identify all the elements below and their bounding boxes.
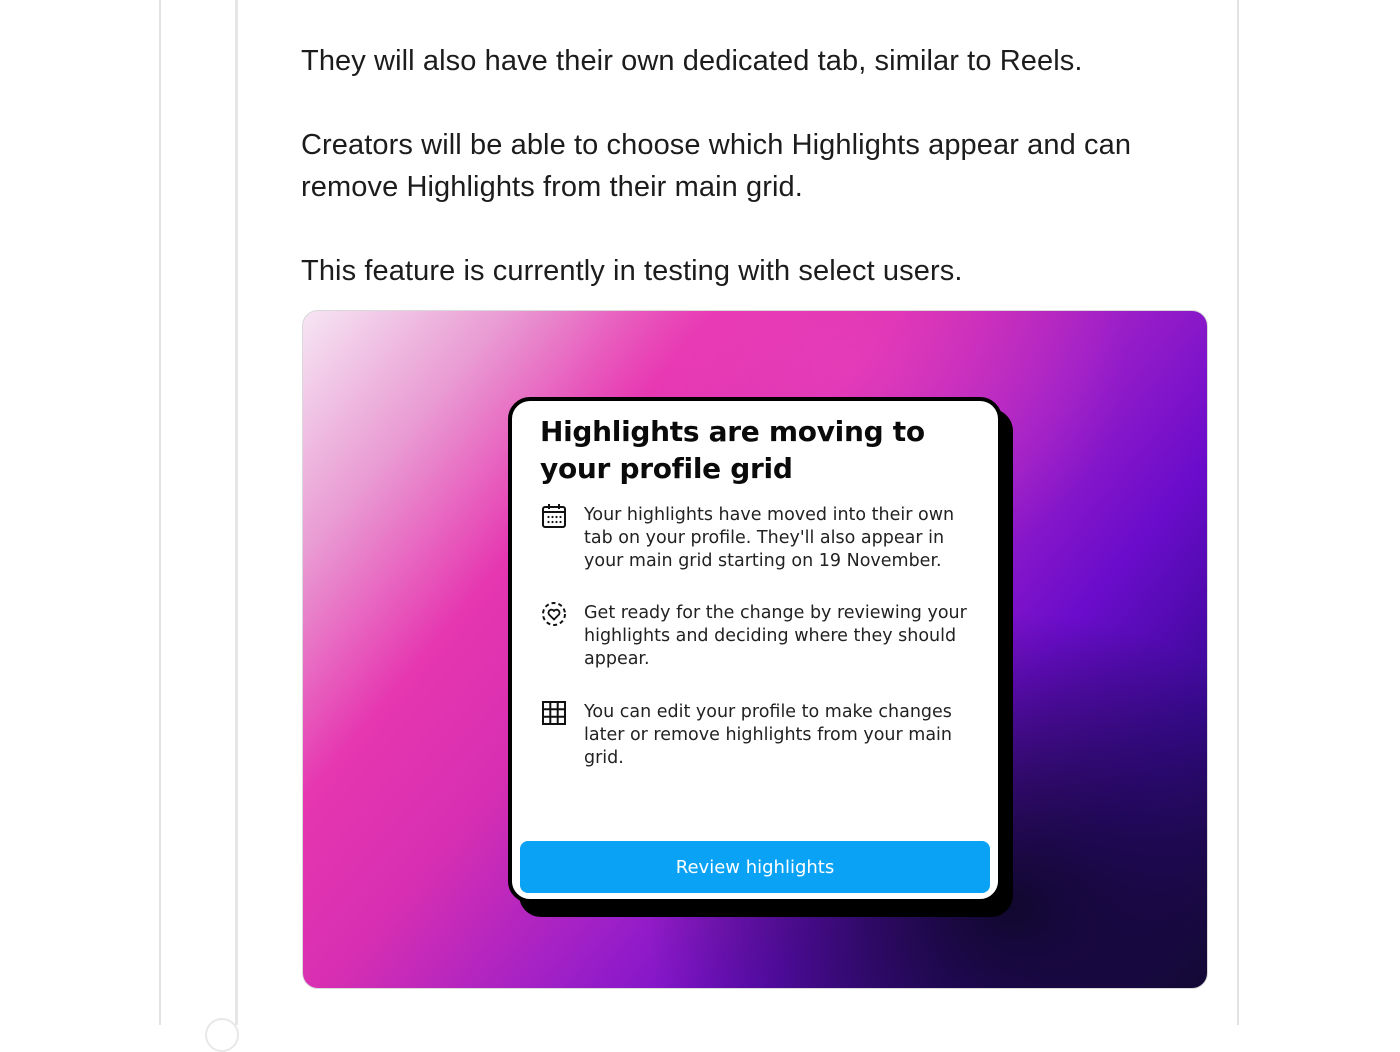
dialog-item-text: You can edit your profile to make change…	[584, 702, 952, 768]
dialog-item: Your highlights have moved into their ow…	[540, 504, 980, 573]
post-paragraph: They will also have their own dedicated …	[301, 45, 1083, 77]
highlights-dialog: Highlights are moving to your profile gr…	[508, 397, 1002, 903]
post-paragraph: Creators will be able to choose which Hi…	[301, 129, 1132, 203]
grid-icon	[542, 701, 566, 725]
dialog-item-text: Get ready for the change by reviewing yo…	[584, 603, 967, 669]
post-paragraph: This feature is currently in testing wit…	[301, 255, 963, 287]
review-highlights-button[interactable]: Review highlights	[520, 841, 990, 893]
dialog-title: Highlights are moving to your profile gr…	[540, 415, 925, 485]
dialog-item: Get ready for the change by reviewing yo…	[540, 602, 980, 671]
thread-border-left	[159, 0, 161, 1025]
post-image[interactable]: Highlights are moving to your profile gr…	[302, 310, 1208, 989]
thread-line	[235, 0, 238, 1025]
dialog-item: You can edit your profile to make change…	[540, 701, 980, 770]
calendar-icon	[542, 504, 566, 528]
page-frame: They will also have their own dedicated …	[0, 0, 1400, 1052]
thread-border-right	[1237, 0, 1239, 1025]
dialog-item-text: Your highlights have moved into their ow…	[584, 505, 955, 571]
avatar-placeholder	[205, 1018, 239, 1052]
heart-circle-icon	[542, 602, 566, 626]
post-body: They will also have their own dedicated …	[301, 40, 1211, 292]
